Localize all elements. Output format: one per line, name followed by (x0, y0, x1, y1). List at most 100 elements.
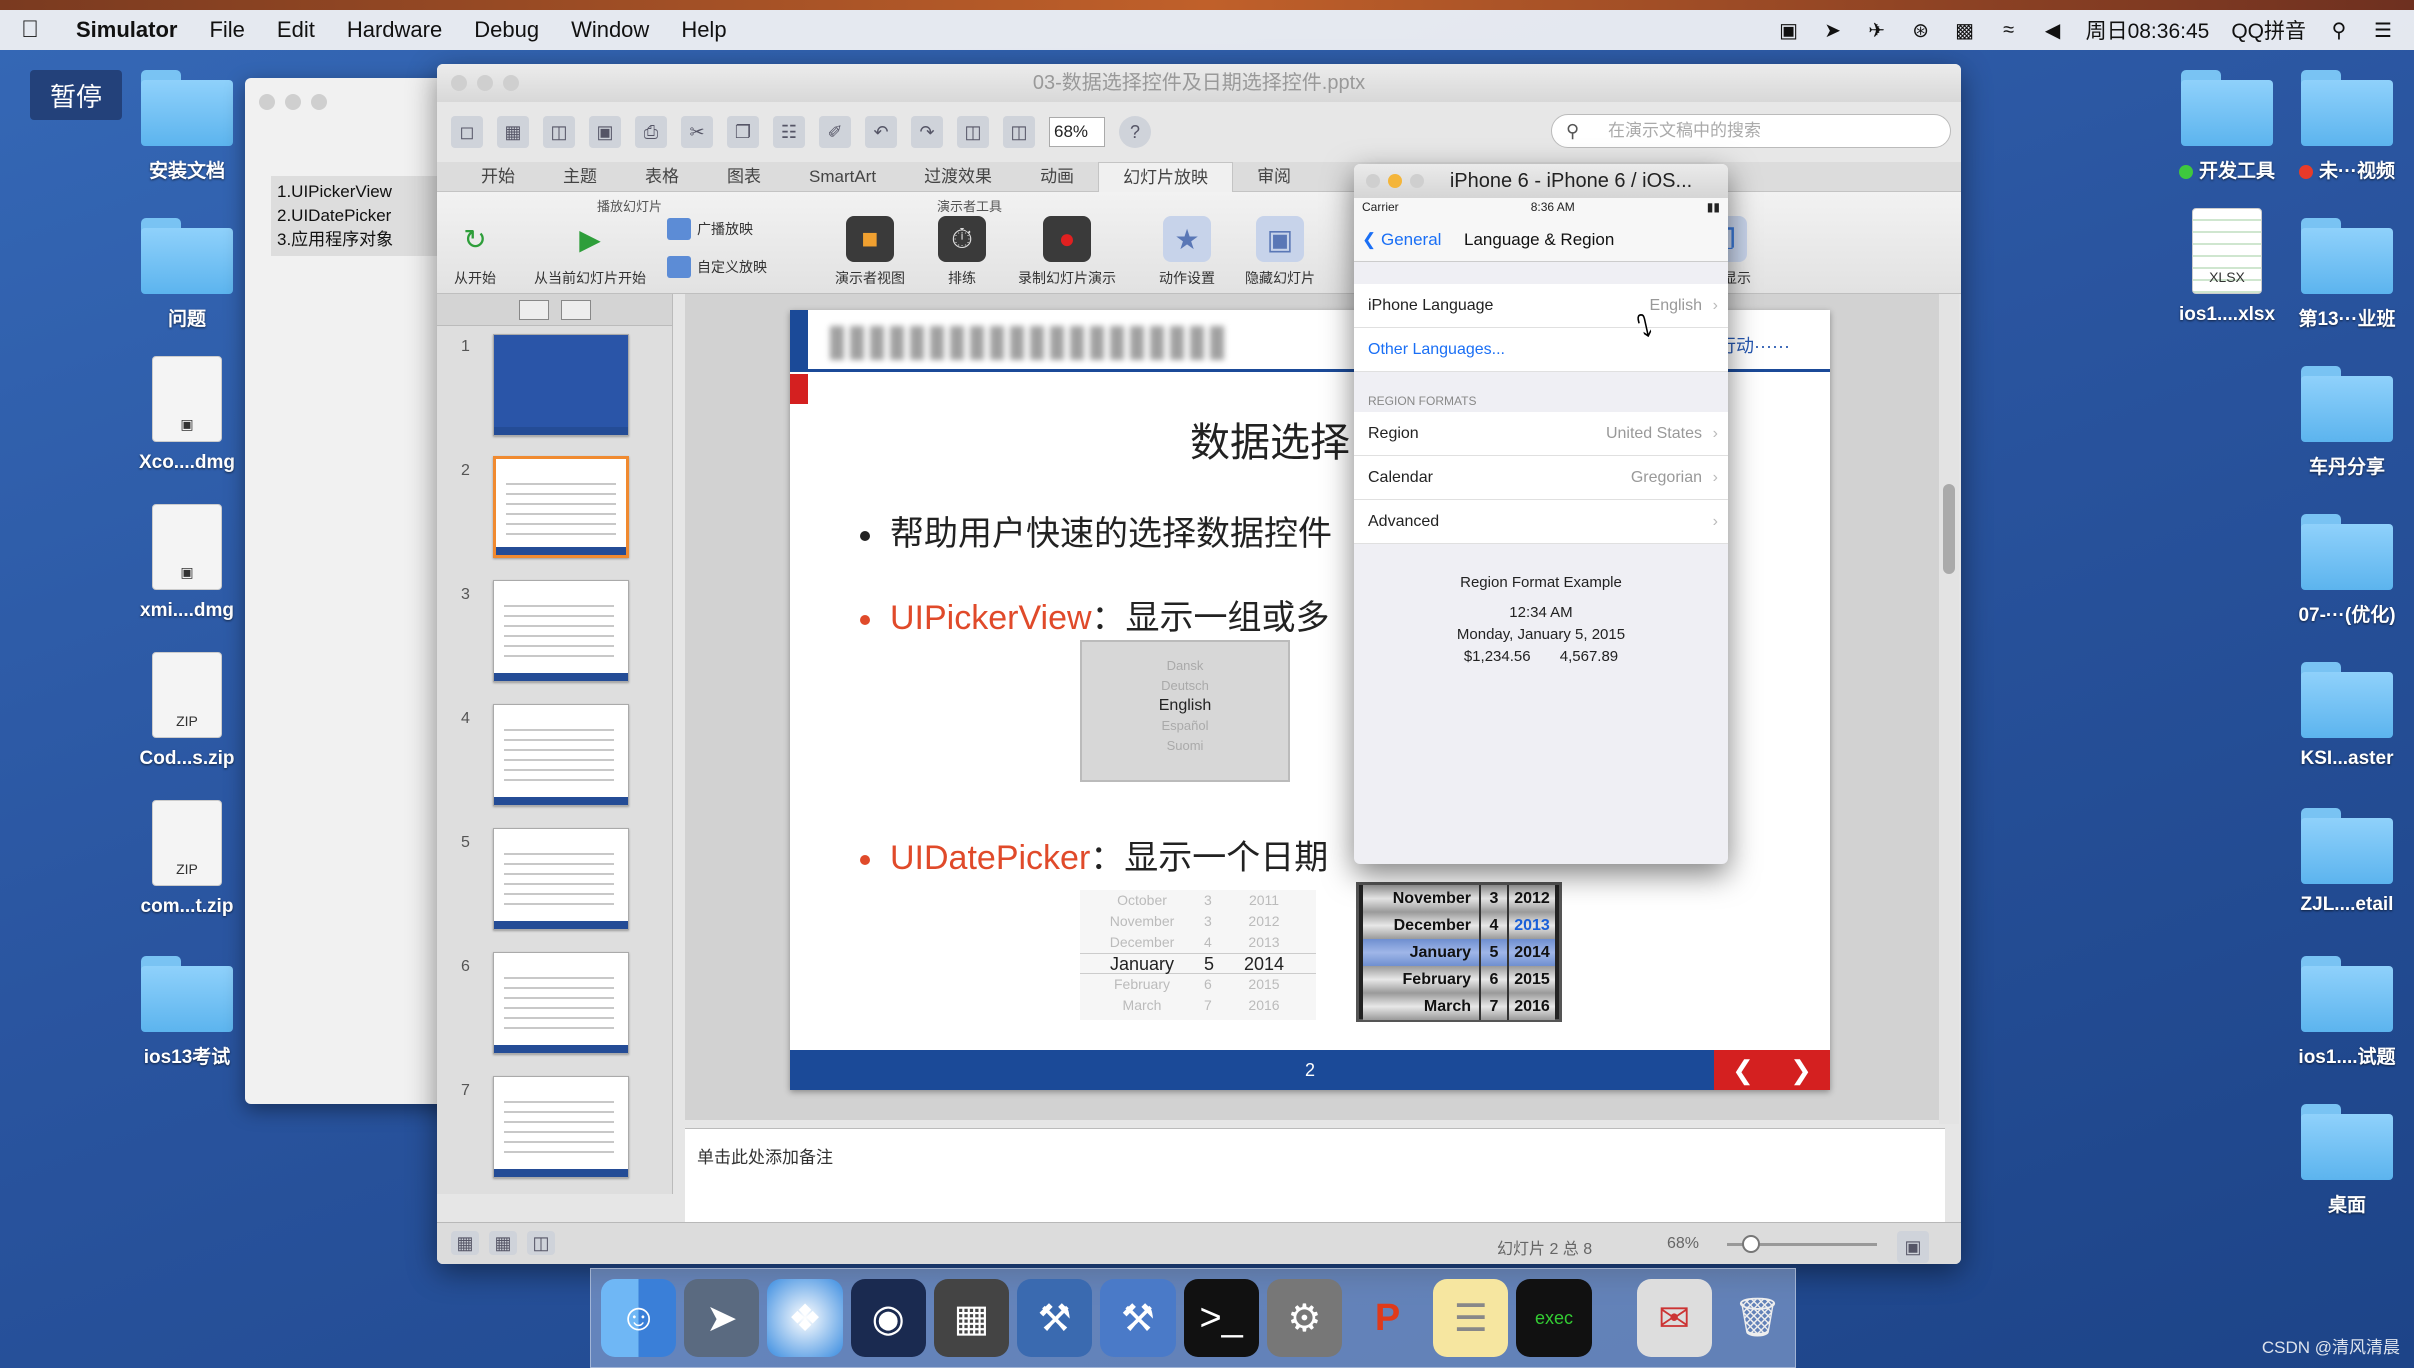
slide-show-icon[interactable]: ◫ (527, 1231, 555, 1255)
tab-tables[interactable]: 表格 (621, 162, 703, 192)
advanced-cell[interactable]: Advanced › (1354, 500, 1728, 544)
minimize-button[interactable] (1388, 174, 1402, 188)
bullet-3[interactable]: UIDatePicker：显示一个日期 (860, 830, 1328, 879)
play-from-current-button[interactable]: ▶ 从当前幻灯片开始 (529, 216, 651, 288)
movie-icon[interactable]: ▦ (933, 1279, 1010, 1357)
desktop-item-folder[interactable]: 安装文档 (112, 70, 262, 183)
paste-icon[interactable]: ☷ (773, 116, 805, 148)
region-cell[interactable]: Region United States › (1354, 412, 1728, 456)
zoom-field[interactable]: 68% (1049, 117, 1105, 147)
slides-view-icon[interactable] (518, 299, 549, 320)
spotlight-search-icon[interactable]: ⚲ (2328, 19, 2350, 42)
redo-icon[interactable]: ↷ (911, 116, 943, 148)
desktop-item-folder[interactable]: 车丹分享 (2272, 366, 2414, 479)
tab-slide-show[interactable]: 幻灯片放映 (1098, 161, 1234, 192)
notification-center-icon[interactable]: ☰ (2372, 19, 2394, 42)
media-icon[interactable]: ◫ (1003, 116, 1035, 148)
normal-view-icon[interactable]: ▦ (451, 1231, 479, 1255)
preview-icon[interactable]: ✉ (1636, 1279, 1712, 1357)
save-icon[interactable]: ▣ (589, 116, 621, 148)
minimize-button[interactable] (477, 75, 493, 91)
slide-sorter-icon[interactable]: ▦ (489, 1231, 517, 1255)
close-button[interactable] (259, 94, 275, 110)
tab-themes[interactable]: 主题 (539, 162, 621, 192)
outline-item[interactable]: 1.UIPickerView (277, 180, 440, 204)
slide-thumbnail[interactable] (493, 334, 629, 436)
sidebar-icon[interactable]: ◫ (957, 116, 989, 148)
powerpoint-icon[interactable]: P (1350, 1279, 1425, 1357)
copy-icon[interactable]: ❐ (727, 116, 759, 148)
trash-icon[interactable]: 🗑 (1720, 1279, 1795, 1357)
menu-file[interactable]: File (193, 17, 260, 43)
input-method[interactable]: QQ拼音 (2231, 15, 2306, 45)
menu-help[interactable]: Help (665, 17, 742, 43)
outline-item[interactable]: 2.UIDatePicker (277, 204, 440, 228)
templates-icon[interactable]: ▦ (497, 116, 529, 148)
close-button[interactable] (1366, 174, 1380, 188)
rehearse-button[interactable]: ⏱ 排练 (927, 216, 997, 288)
back-button[interactable]: ❮ General (1362, 230, 1441, 250)
menu-debug[interactable]: Debug (458, 17, 555, 43)
desktop-item-folder[interactable]: 第13···业班 (2272, 218, 2414, 331)
console-icon[interactable]: exec (1516, 1279, 1592, 1357)
tab-animations[interactable]: 动画 (1016, 162, 1098, 192)
slide-thumbnail[interactable] (493, 580, 629, 682)
wifi-icon[interactable]: ≈ (1998, 19, 2020, 41)
safari-icon[interactable]: ❖ (767, 1279, 843, 1357)
tab-home[interactable]: 开始 (457, 162, 539, 192)
pause-badge[interactable]: 暂停 (30, 70, 122, 120)
tab-transitions[interactable]: 过渡效果 (900, 162, 1016, 192)
desktop-item-folder[interactable]: 07-···(优化) (2272, 514, 2414, 627)
zoom-slider-knob[interactable] (1742, 1235, 1760, 1253)
tab-charts[interactable]: 图表 (703, 162, 785, 192)
mouse-icon[interactable]: ◉ (850, 1279, 926, 1357)
format-painter-icon[interactable]: ✐ (819, 116, 851, 148)
notes-icon[interactable]: ☰ (1433, 1279, 1509, 1357)
fit-window-icon[interactable]: ▣ (1897, 1231, 1929, 1263)
airplane-icon[interactable]: ✈ (1866, 19, 1888, 42)
desktop-item-folder[interactable]: 问题 (112, 218, 262, 331)
presenter-view-button[interactable]: ■ 演示者视图 (827, 216, 913, 288)
desktop-item-folder[interactable]: ios13考试 (112, 956, 262, 1069)
zoom-button[interactable] (503, 75, 519, 91)
system-preferences-icon[interactable]: ⚙ (1266, 1279, 1342, 1357)
slide-thumbnail[interactable] (493, 952, 629, 1054)
menubar-clock[interactable]: 周日08:36:45 (2086, 15, 2210, 45)
launchpad-icon[interactable]: ➤ (684, 1279, 760, 1357)
location-icon[interactable]: ➤ (1822, 19, 1844, 42)
apple-icon[interactable]:  (0, 16, 60, 44)
minimize-button[interactable] (285, 94, 301, 110)
tab-review[interactable]: 审阅 (1233, 162, 1315, 192)
new-icon[interactable]: ◻ (451, 116, 483, 148)
bullet-2[interactable]: UIPickerView：显示一组或多 (860, 590, 1330, 639)
menu-window[interactable]: Window (555, 17, 665, 43)
desktop-item-file[interactable]: ZIP Cod...s.zip (112, 652, 262, 770)
search-input[interactable]: ⚲ 在演示文稿中的搜索 (1551, 114, 1951, 148)
iphone-language-cell[interactable]: iPhone Language English › (1354, 284, 1728, 328)
record-show-button[interactable]: ● 录制幻灯片演示 (1007, 216, 1127, 288)
other-languages-cell[interactable]: Other Languages... (1354, 328, 1728, 372)
play-from-start-button[interactable]: ↻ 从开始 (451, 216, 499, 288)
calendar-cell[interactable]: Calendar Gregorian › (1354, 456, 1728, 500)
lock-icon[interactable]: ▩ (1954, 19, 1976, 42)
previous-slide-icon[interactable]: ❮ (1732, 1055, 1754, 1086)
zoom-button[interactable] (311, 94, 327, 110)
terminal-icon[interactable]: >_ (1183, 1279, 1259, 1357)
outline-item[interactable]: 3.应用程序对象 (277, 228, 440, 252)
broadcast-button[interactable]: 广播放映 (667, 218, 753, 240)
desktop-item-folder[interactable]: ZJL....etail (2272, 808, 2414, 916)
menu-app-simulator[interactable]: Simulator (60, 17, 193, 43)
xcode-icon[interactable]: ⚒ (1017, 1279, 1093, 1357)
menu-hardware[interactable]: Hardware (331, 17, 458, 43)
slide-thumbnail-selected[interactable] (493, 456, 629, 558)
help-icon[interactable]: ? (1119, 116, 1151, 148)
desktop-item-file[interactable]: ZIP com...t.zip (112, 800, 262, 918)
open-icon[interactable]: ◫ (543, 116, 575, 148)
desktop-item-file[interactable]: ▣ Xco....dmg (112, 356, 262, 474)
slide-thumbnail[interactable] (493, 828, 629, 930)
camera-icon[interactable]: ▣ (1778, 19, 1800, 42)
next-slide-icon[interactable]: ❯ (1790, 1055, 1812, 1086)
slide-title[interactable]: 数据选择 (1190, 410, 1350, 468)
slide-thumbnail[interactable] (493, 1076, 629, 1178)
menu-edit[interactable]: Edit (261, 17, 331, 43)
